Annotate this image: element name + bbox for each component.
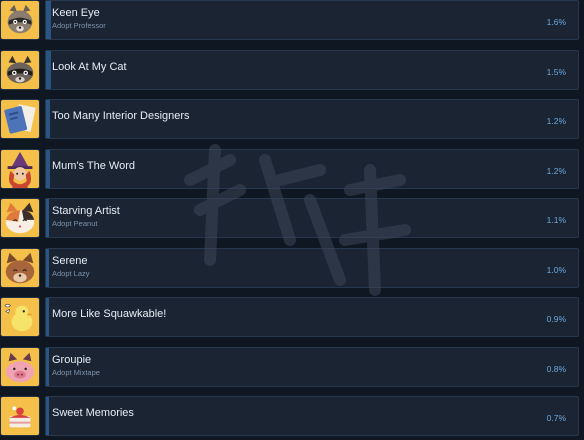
achievement-row[interactable]: Groupie Adopt Mixtape 0.8% (0, 347, 584, 389)
achievement-title: Too Many Interior Designers (52, 110, 190, 122)
achievement-panel: Sweet Memories 0.7% (45, 396, 579, 436)
chick-icon (0, 297, 40, 337)
achievement-title: Serene (52, 255, 88, 267)
unlock-percentage: 0.7% (546, 413, 566, 423)
achievement-row[interactable]: Sweet Memories 0.7% (0, 396, 584, 438)
completion-bar (46, 1, 51, 39)
completion-bar (46, 397, 49, 435)
unlock-percentage: 1.2% (546, 116, 566, 126)
book-icon (0, 99, 40, 139)
completion-bar (46, 51, 51, 89)
unlock-percentage: 1.1% (546, 215, 566, 225)
unlock-percentage: 0.8% (546, 364, 566, 374)
completion-bar (46, 199, 49, 237)
achievement-description: Adopt Peanut (52, 219, 98, 228)
achievement-panel: Look At My Cat 1.5% (45, 50, 579, 90)
achievement-row[interactable]: Mum's The Word 1.2% (0, 149, 584, 191)
brown-cat-icon (0, 248, 40, 288)
achievement-title: Mum's The Word (52, 160, 135, 172)
achievement-row[interactable]: Serene Adopt Lazy 1.0% (0, 248, 584, 290)
unlock-percentage: 1.2% (546, 166, 566, 176)
achievement-title: Keen Eye (52, 7, 100, 19)
completion-bar (46, 150, 50, 188)
achievement-panel: Mum's The Word 1.2% (45, 149, 579, 189)
completion-bar (46, 100, 50, 138)
achievement-title: Groupie (52, 354, 92, 366)
achievement-panel: Groupie Adopt Mixtape 0.8% (45, 347, 579, 387)
achievement-title: Starving Artist (52, 205, 120, 217)
unlock-percentage: 1.5% (546, 67, 566, 77)
achievement-panel: Too Many Interior Designers 1.2% (45, 99, 579, 139)
achievement-panel: Serene Adopt Lazy 1.0% (45, 248, 579, 288)
unlock-percentage: 0.9% (546, 314, 566, 324)
achievement-row[interactable]: Starving Artist Adopt Peanut 1.1% (0, 198, 584, 240)
achievement-panel: More Like Squawkable! 0.9% (45, 297, 579, 337)
achievement-description: Adopt Lazy (52, 269, 90, 278)
unlock-percentage: 1.0% (546, 265, 566, 275)
completion-bar (46, 348, 49, 386)
achievement-title: Sweet Memories (52, 407, 134, 419)
pig-icon (0, 347, 40, 387)
witch-icon (0, 149, 40, 189)
achievement-row[interactable]: More Like Squawkable! 0.9% (0, 297, 584, 339)
achievement-row[interactable]: Too Many Interior Designers 1.2% (0, 99, 584, 141)
achievement-description: Adopt Mixtape (52, 368, 100, 377)
completion-bar (46, 298, 49, 336)
achievement-panel: Keen Eye Adopt Professor 1.6% (45, 0, 579, 40)
raccoon-icon (0, 0, 40, 40)
cake-icon (0, 396, 40, 436)
calico-cat-icon (0, 198, 40, 238)
unlock-percentage: 1.6% (546, 17, 566, 27)
achievement-panel: Starving Artist Adopt Peanut 1.1% (45, 198, 579, 238)
achievement-title: More Like Squawkable! (52, 308, 167, 320)
achievement-row[interactable]: Look At My Cat 1.5% (0, 50, 584, 92)
achievement-description: Adopt Professor (52, 21, 106, 30)
completion-bar (46, 249, 49, 287)
achievement-title: Look At My Cat (52, 61, 127, 73)
achievement-row[interactable]: Keen Eye Adopt Professor 1.6% (0, 0, 584, 42)
raccoon-cat-icon (0, 50, 40, 90)
